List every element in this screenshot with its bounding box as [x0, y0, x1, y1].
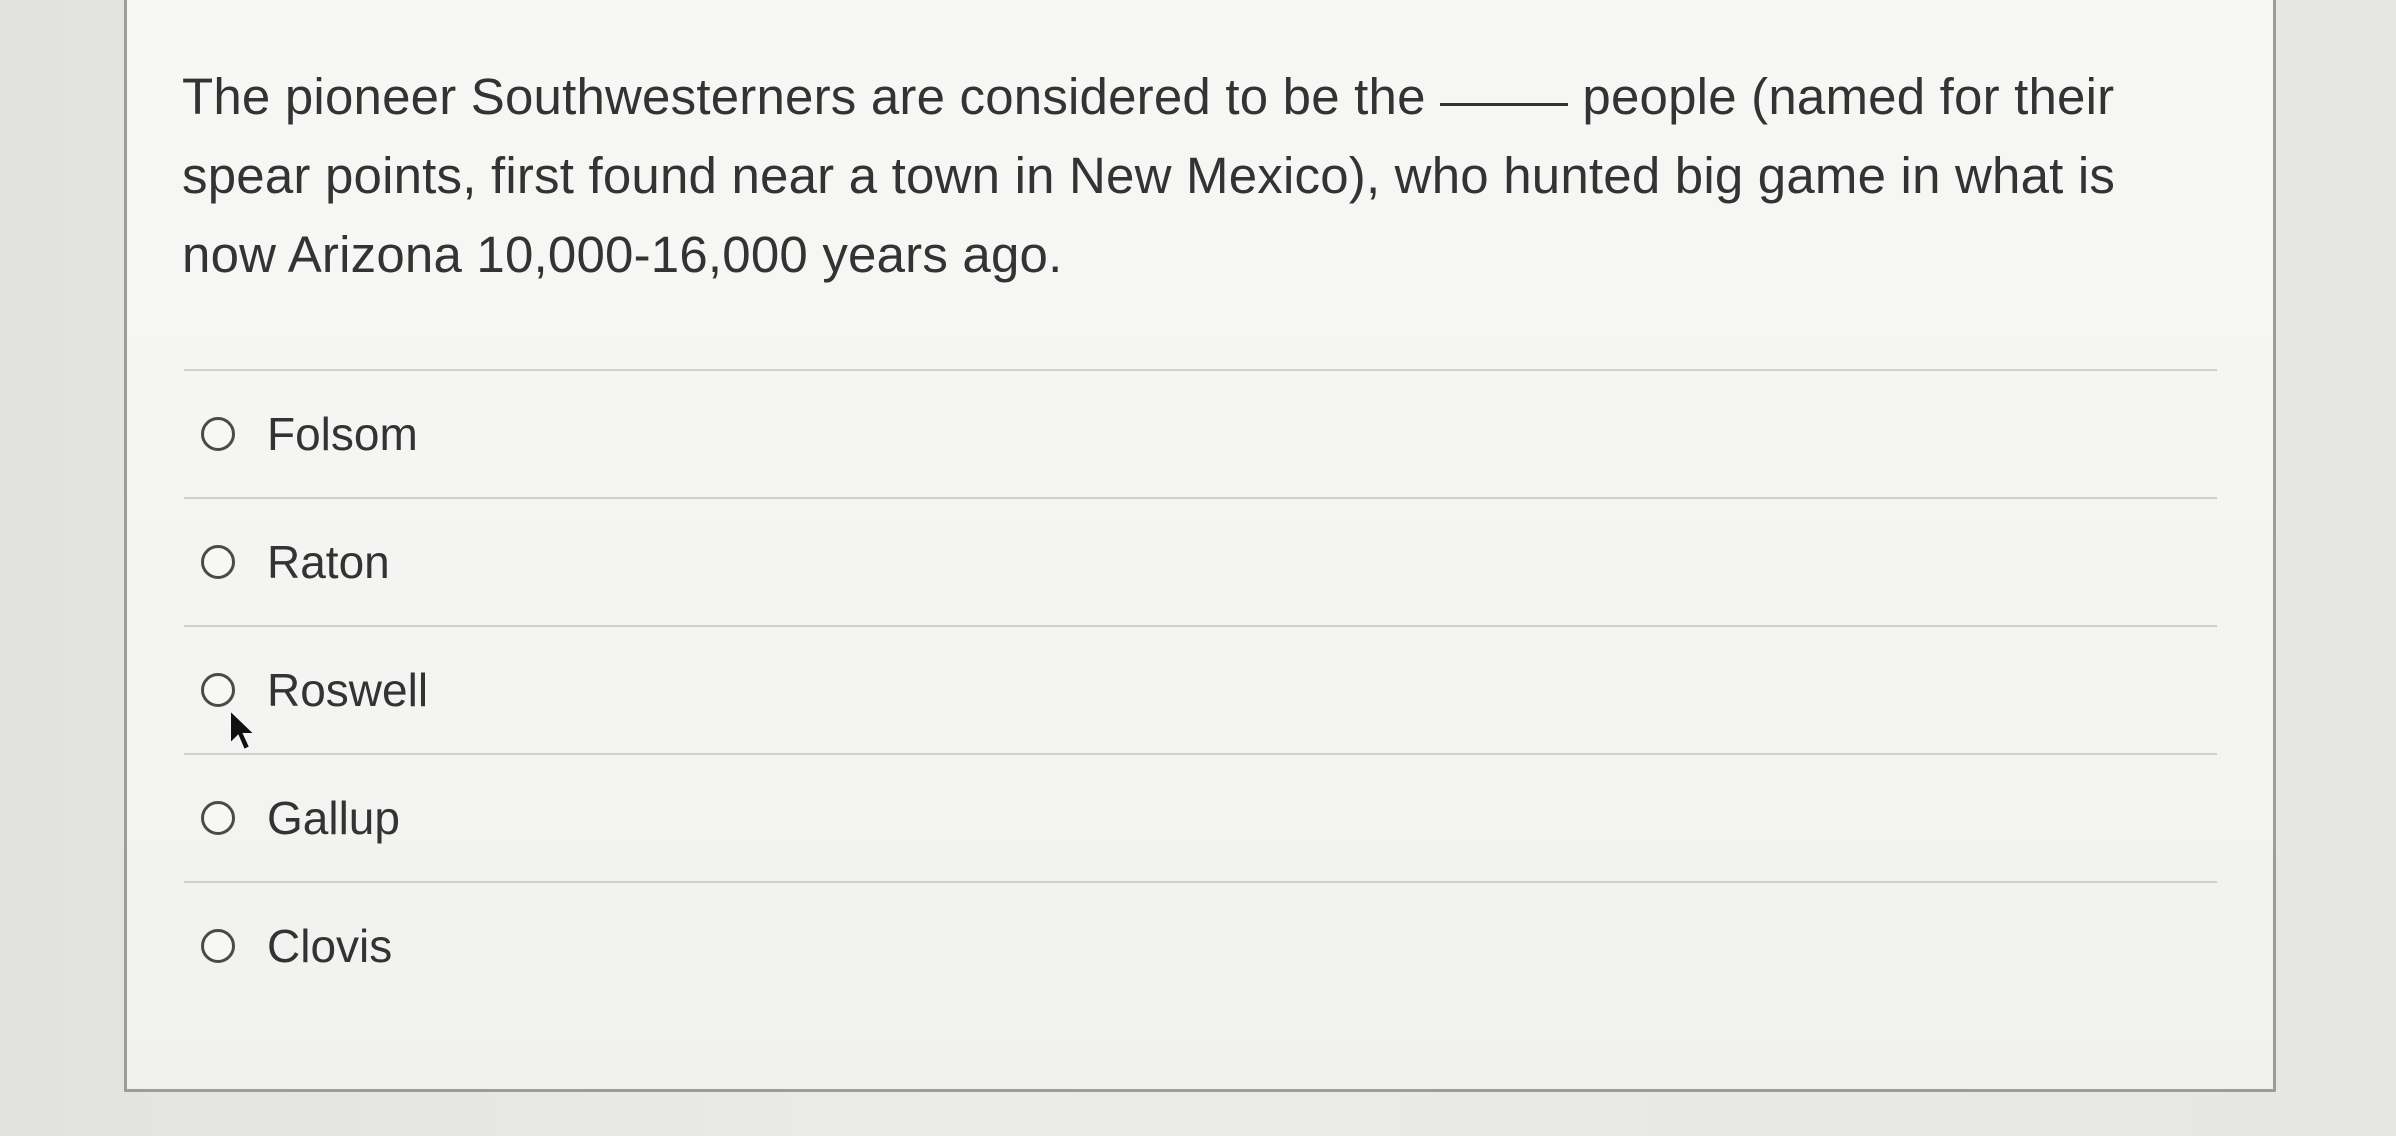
- radio-unchecked-icon[interactable]: [201, 929, 235, 963]
- answer-options: Folsom Raton Roswell Gallup Clovis: [184, 369, 2217, 1009]
- radio-unchecked-icon[interactable]: [201, 673, 235, 707]
- option-roswell[interactable]: Roswell: [184, 625, 2217, 753]
- mouse-pointer-icon: [229, 708, 258, 752]
- question-text-before: The pioneer Southwesterners are consider…: [182, 68, 1426, 125]
- option-label[interactable]: Folsom: [267, 407, 418, 461]
- option-label[interactable]: Roswell: [267, 663, 428, 717]
- option-label[interactable]: Gallup: [267, 791, 400, 845]
- question-card: The pioneer Southwesterners are consider…: [124, 0, 2276, 1092]
- option-label[interactable]: Clovis: [267, 919, 392, 973]
- radio-unchecked-icon[interactable]: [201, 545, 235, 579]
- option-gallup[interactable]: Gallup: [184, 753, 2217, 881]
- radio-unchecked-icon[interactable]: [201, 801, 235, 835]
- option-raton[interactable]: Raton: [184, 497, 2217, 625]
- option-clovis[interactable]: Clovis: [184, 881, 2217, 1009]
- question-text: The pioneer Southwesterners are consider…: [182, 57, 2222, 294]
- radio-unchecked-icon[interactable]: [201, 417, 235, 451]
- question-blank: [1440, 103, 1569, 106]
- option-label[interactable]: Raton: [267, 535, 390, 589]
- option-folsom[interactable]: Folsom: [184, 369, 2217, 497]
